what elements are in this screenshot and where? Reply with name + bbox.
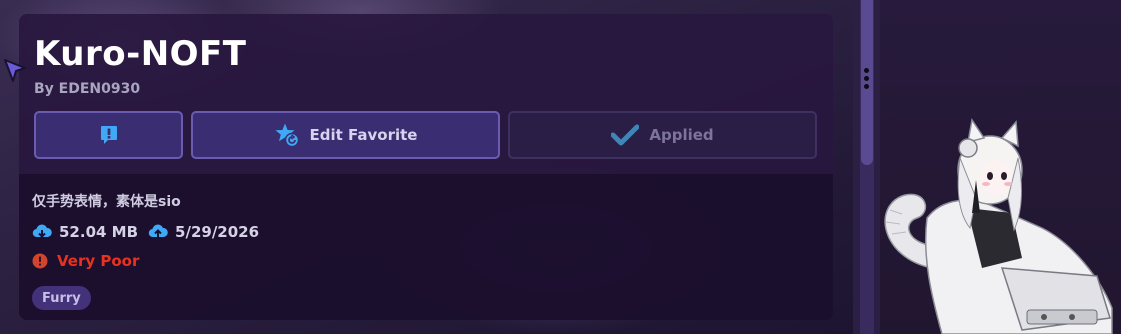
file-size-stat: 52.04 MB bbox=[32, 223, 138, 241]
avatar-details-panel: Kuro-NOFT By EDEN0930 Edit Favorite Appl… bbox=[19, 14, 833, 320]
file-size: 52.04 MB bbox=[59, 223, 139, 241]
avatar-title: Kuro-NOFT bbox=[34, 34, 247, 74]
performance-rating-label: Very Poor bbox=[57, 252, 140, 270]
avatar-preview-model bbox=[884, 118, 1113, 334]
cloud-download-icon bbox=[32, 224, 52, 238]
star-refresh-icon bbox=[275, 123, 299, 148]
avatar-stats: 52.04 MB 5/29/2026 bbox=[32, 223, 259, 241]
exclamation-icon bbox=[100, 126, 117, 144]
edit-favorite-button[interactable]: Edit Favorite bbox=[191, 111, 500, 159]
upload-date-stat: 5/29/2026 bbox=[148, 223, 259, 241]
performance-rating: Very Poor bbox=[32, 252, 139, 270]
applied-button[interactable]: Applied bbox=[508, 111, 817, 159]
applied-label: Applied bbox=[649, 126, 714, 144]
avatar-author: By EDEN0930 bbox=[34, 81, 141, 97]
resize-grip-icon[interactable] bbox=[864, 68, 869, 89]
cloud-upload-icon bbox=[148, 224, 168, 238]
tag-furry[interactable]: Furry bbox=[32, 286, 91, 310]
upload-date: 5/29/2026 bbox=[175, 223, 260, 241]
mouse-cursor-icon bbox=[4, 59, 26, 82]
report-button[interactable] bbox=[34, 111, 183, 159]
checkmark-icon bbox=[611, 124, 640, 146]
avatar-description: 仅手势表情，素体是sio bbox=[32, 194, 181, 210]
edit-favorite-label: Edit Favorite bbox=[309, 126, 418, 144]
warning-icon bbox=[32, 253, 48, 269]
